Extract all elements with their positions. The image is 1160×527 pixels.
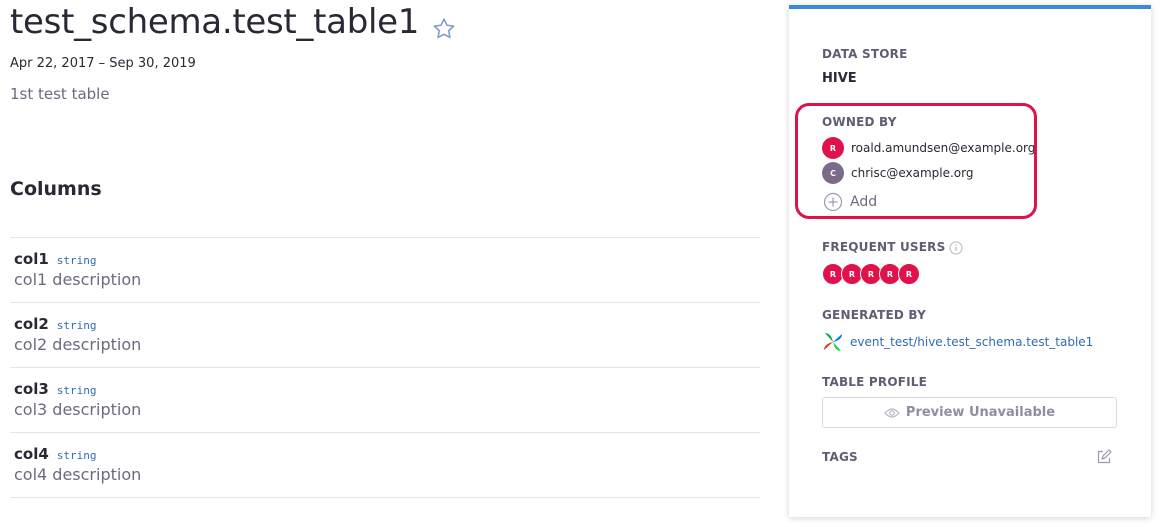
column-name: col1: [14, 250, 49, 268]
frequent-user-avatar[interactable]: R: [898, 263, 920, 285]
column-row-col2[interactable]: col2 string col2 description: [10, 303, 760, 368]
generated-by-text: event_test/hive.test_schema.test_table1: [850, 335, 1094, 349]
table-description: 1st test table: [10, 85, 110, 103]
column-name: col2: [14, 315, 49, 333]
data-store-value: HIVE: [822, 71, 857, 86]
eye-icon: [884, 407, 900, 418]
title-row: test_schema.test_table1: [10, 2, 457, 42]
frequent-users-label: FREQUENT USERS: [822, 240, 963, 255]
column-name: col3: [14, 380, 49, 398]
frequent-users-text: FREQUENT USERS: [822, 240, 946, 254]
preview-button[interactable]: Preview Unavailable: [822, 397, 1117, 428]
table-profile-label: TABLE PROFILE: [822, 375, 928, 389]
column-row-col4[interactable]: col4 string col4 description: [10, 433, 760, 498]
frequent-users-list: R R R R R: [822, 263, 920, 285]
column-type: string: [56, 449, 97, 462]
owned-by-highlight: [795, 103, 1037, 219]
page-title: test_schema.test_table1: [10, 2, 420, 42]
column-description: col3 description: [14, 400, 142, 419]
info-icon[interactable]: [949, 241, 963, 255]
airflow-pinwheel-icon: [824, 333, 842, 351]
star-icon[interactable]: [431, 16, 457, 42]
column-row-col3[interactable]: col3 string col3 description: [10, 368, 760, 433]
column-row-col1[interactable]: col1 string col1 description: [10, 238, 760, 303]
column-list: col1 string col1 description col2 string…: [10, 237, 760, 498]
column-type: string: [56, 319, 97, 332]
date-range: Apr 22, 2017 – Sep 30, 2019: [10, 56, 196, 71]
tags-label: TAGS: [822, 450, 858, 464]
generated-by-link[interactable]: event_test/hive.test_schema.test_table1: [822, 331, 1093, 353]
preview-button-label: Preview Unavailable: [905, 405, 1056, 420]
column-description: col1 description: [14, 270, 142, 289]
edit-icon[interactable]: [1096, 449, 1112, 465]
generated-by-label: GENERATED BY: [822, 308, 926, 322]
columns-heading: Columns: [10, 178, 102, 200]
column-name: col4: [14, 445, 49, 463]
table-details-panel: DATA STORE HIVE OWNED BY R roald.amundse…: [789, 5, 1151, 517]
data-store-label: DATA STORE: [822, 47, 908, 61]
column-description: col2 description: [14, 335, 142, 354]
column-description: col4 description: [14, 465, 142, 484]
column-type: string: [56, 254, 97, 267]
column-type: string: [56, 384, 97, 397]
